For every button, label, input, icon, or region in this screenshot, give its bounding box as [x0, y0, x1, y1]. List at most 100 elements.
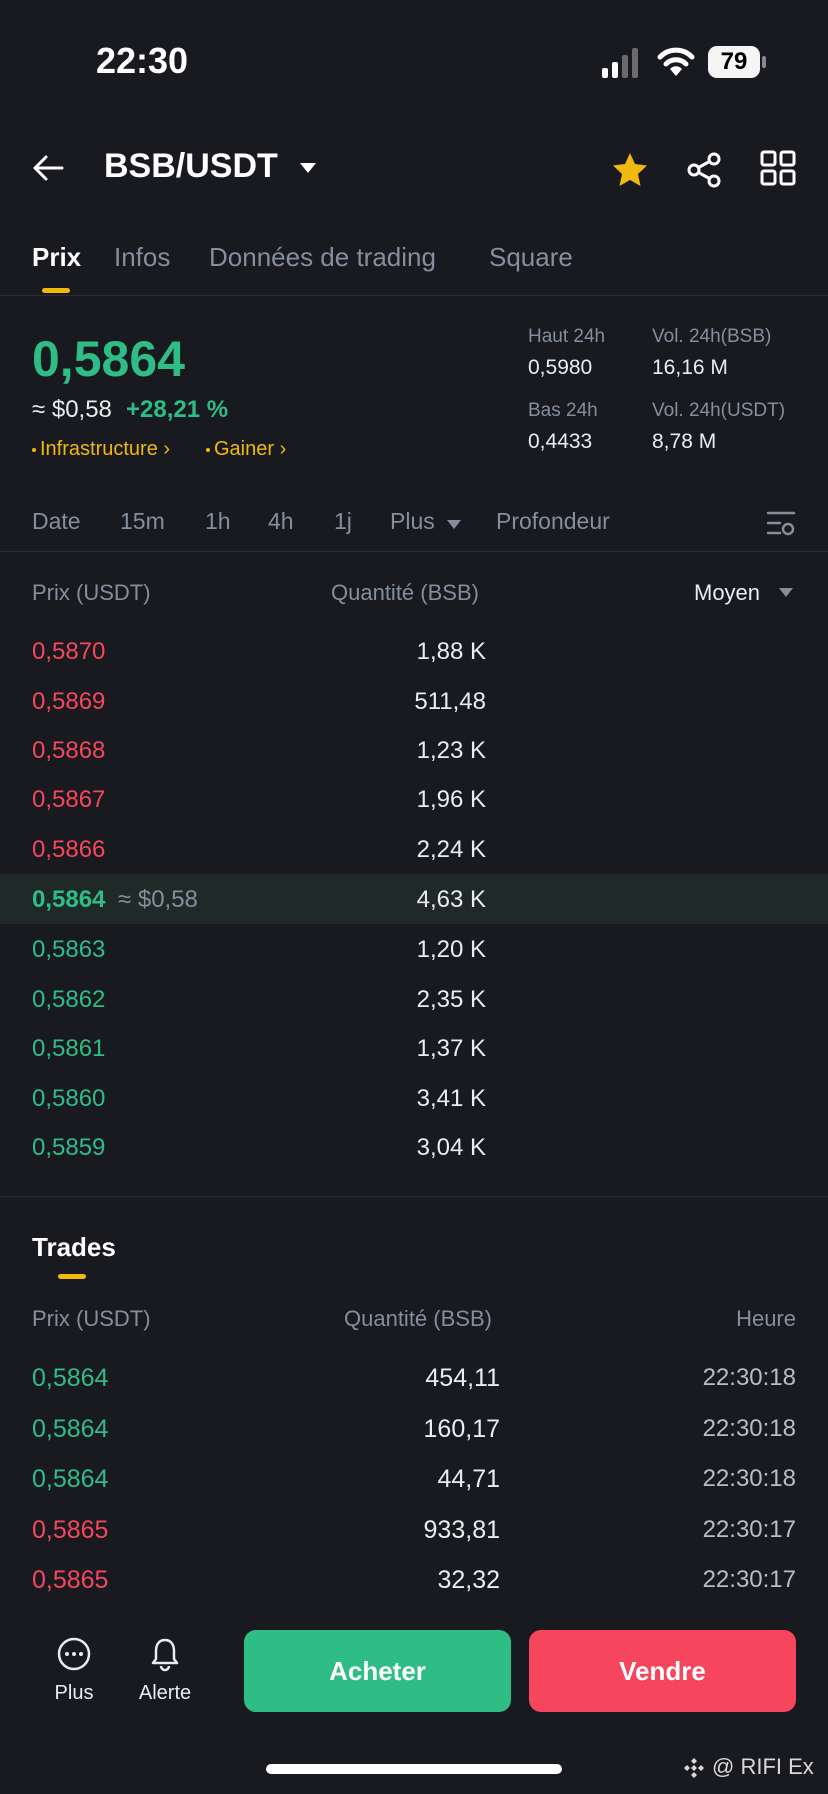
bid-price: 0,5861 — [32, 1035, 106, 1062]
trades-active-indicator — [58, 1274, 86, 1279]
interval-depth[interactable]: Profondeur — [496, 508, 610, 535]
orderbook-ask-row[interactable]: 0,5867 1,96 K — [0, 774, 828, 824]
trade-qty: 933,81 — [423, 1516, 500, 1544]
ask-price: 0,5870 — [32, 638, 106, 665]
back-arrow-icon[interactable] — [28, 148, 68, 188]
mid-price: 0,5864 — [32, 886, 106, 913]
trade-row: 0,5865 32,32 22:30:17 — [0, 1554, 828, 1604]
orderbook-bid-row[interactable]: 0,5862 2,35 K — [0, 974, 828, 1024]
price-change: +28,21 % — [126, 396, 229, 423]
signal-icon — [602, 48, 638, 78]
bid-qty: 1,20 K — [416, 936, 486, 963]
star-icon[interactable] — [610, 150, 650, 190]
trade-price: 0,5864 — [32, 1415, 109, 1443]
tab-active-indicator — [42, 288, 70, 293]
tag-infrastructure[interactable]: Infrastructure › — [32, 438, 170, 461]
more-button[interactable]: Plus — [34, 1636, 114, 1705]
tab-square[interactable]: Square — [489, 242, 573, 273]
grid-icon[interactable] — [760, 150, 796, 186]
pair-title[interactable]: BSB/USDT — [104, 147, 278, 186]
trade-row: 0,5864 44,71 22:30:18 — [0, 1453, 828, 1503]
interval-15m[interactable]: 15m — [120, 508, 165, 535]
orderbook-ask-row[interactable]: 0,5869 511,48 — [0, 676, 828, 726]
trades-title[interactable]: Trades — [32, 1232, 116, 1263]
orderbook-bid-row[interactable]: 0,5859 3,04 K — [0, 1122, 828, 1172]
tab-bar: Prix Infos Données de trading Square — [0, 236, 828, 296]
caret-down-icon[interactable] — [778, 586, 794, 598]
alert-button[interactable]: Alerte — [125, 1636, 205, 1705]
binance-logo-icon — [684, 1758, 704, 1778]
trade-price: 0,5864 — [32, 1364, 109, 1392]
status-time: 22:30 — [96, 40, 189, 81]
bid-qty: 3,04 K — [416, 1134, 486, 1161]
interval-1j[interactable]: 1j — [334, 508, 352, 535]
trade-time: 22:30:17 — [702, 1566, 796, 1593]
orderbook-bid-row[interactable]: 0,5861 1,37 K — [0, 1023, 828, 1073]
low-24h-value: 0,4433 — [528, 430, 593, 453]
last-price: 0,5864 — [32, 331, 185, 387]
bottom-action-bar: Plus Alerte Acheter Vendre — [0, 1612, 828, 1722]
bid-price: 0,5860 — [32, 1085, 106, 1112]
orderbook-ask-row[interactable]: 0,5868 1,23 K — [0, 725, 828, 775]
watermark-text: @ RIFI Ex — [712, 1754, 814, 1779]
home-indicator[interactable] — [266, 1764, 562, 1774]
interval-4h[interactable]: 4h — [268, 508, 294, 535]
section-divider — [0, 1196, 828, 1197]
high-24h-label: Haut 24h — [528, 326, 606, 347]
trade-qty: 454,11 — [425, 1364, 500, 1392]
trade-time: 22:30:18 — [702, 1465, 796, 1492]
vol-usdt-label: Vol. 24h(USDT) — [652, 400, 786, 421]
orderbook-qty-header: Quantité (BSB) — [331, 580, 479, 605]
caret-down-icon[interactable] — [298, 160, 318, 176]
alert-label: Alerte — [138, 1682, 192, 1704]
interval-1h[interactable]: 1h — [205, 508, 231, 535]
wifi-icon — [657, 47, 695, 76]
tab-trading-data[interactable]: Données de trading — [209, 242, 436, 273]
sell-button[interactable]: Vendre — [529, 1630, 796, 1712]
orderbook-mid-row[interactable]: 0,5864 ≈ $0,58 4,63 K — [0, 874, 828, 924]
trade-row: 0,5864 160,17 22:30:18 — [0, 1403, 828, 1453]
caret-down-icon[interactable] — [446, 518, 462, 530]
ask-qty: 511,48 — [414, 688, 486, 715]
ask-qty: 2,24 K — [416, 836, 486, 863]
trade-price: 0,5865 — [32, 1566, 109, 1594]
ask-price: 0,5869 — [32, 688, 106, 715]
interval-bar: Date 15m 1h 4h 1j Plus Profondeur — [0, 500, 828, 552]
high-24h-value: 0,5980 — [528, 356, 593, 379]
trade-time: 22:30:18 — [702, 1364, 796, 1391]
tab-prix[interactable]: Prix — [32, 242, 81, 273]
bell-icon — [151, 1638, 179, 1672]
trade-qty: 160,17 — [423, 1415, 500, 1443]
tag-gainer[interactable]: Gainer › — [206, 438, 286, 461]
bid-qty: 1,37 K — [416, 1035, 486, 1062]
trades-qty-header: Quantité (BSB) — [344, 1306, 492, 1331]
trade-price: 0,5864 — [32, 1465, 109, 1493]
ask-qty: 1,88 K — [416, 638, 486, 665]
battery-level: 79 — [708, 46, 760, 78]
orderbook-bid-row[interactable]: 0,5860 3,41 K — [0, 1073, 828, 1123]
orderbook-ask-row[interactable]: 0,5870 1,88 K — [0, 626, 828, 676]
orderbook-mode-select[interactable]: Moyen — [694, 580, 760, 606]
interval-more[interactable]: Plus — [390, 508, 435, 535]
status-bar: 22:30 79 — [0, 0, 828, 120]
ask-qty: 1,23 K — [416, 737, 486, 764]
bid-price: 0,5863 — [32, 936, 106, 963]
more-label: Plus — [54, 1682, 94, 1704]
ask-price: 0,5866 — [32, 836, 106, 863]
trade-row: 0,5865 933,81 22:30:17 — [0, 1504, 828, 1554]
battery-icon: 79 — [708, 46, 766, 78]
ask-price: 0,5867 — [32, 786, 106, 813]
usd-approx: ≈ $0,58 — [32, 396, 112, 423]
settings-icon[interactable] — [766, 508, 796, 538]
low-24h-label: Bas 24h — [528, 400, 598, 421]
header: BSB/USDT — [0, 130, 828, 210]
interval-date[interactable]: Date — [32, 508, 81, 535]
orderbook-ask-row[interactable]: 0,5866 2,24 K — [0, 824, 828, 874]
vol-usdt-value: 8,78 M — [652, 430, 717, 453]
orderbook-bid-row[interactable]: 0,5863 1,20 K — [0, 924, 828, 974]
bid-price: 0,5859 — [32, 1134, 106, 1161]
buy-button[interactable]: Acheter — [244, 1630, 511, 1712]
tab-infos[interactable]: Infos — [114, 242, 170, 273]
trade-time: 22:30:17 — [702, 1516, 796, 1543]
share-icon[interactable] — [684, 150, 724, 190]
